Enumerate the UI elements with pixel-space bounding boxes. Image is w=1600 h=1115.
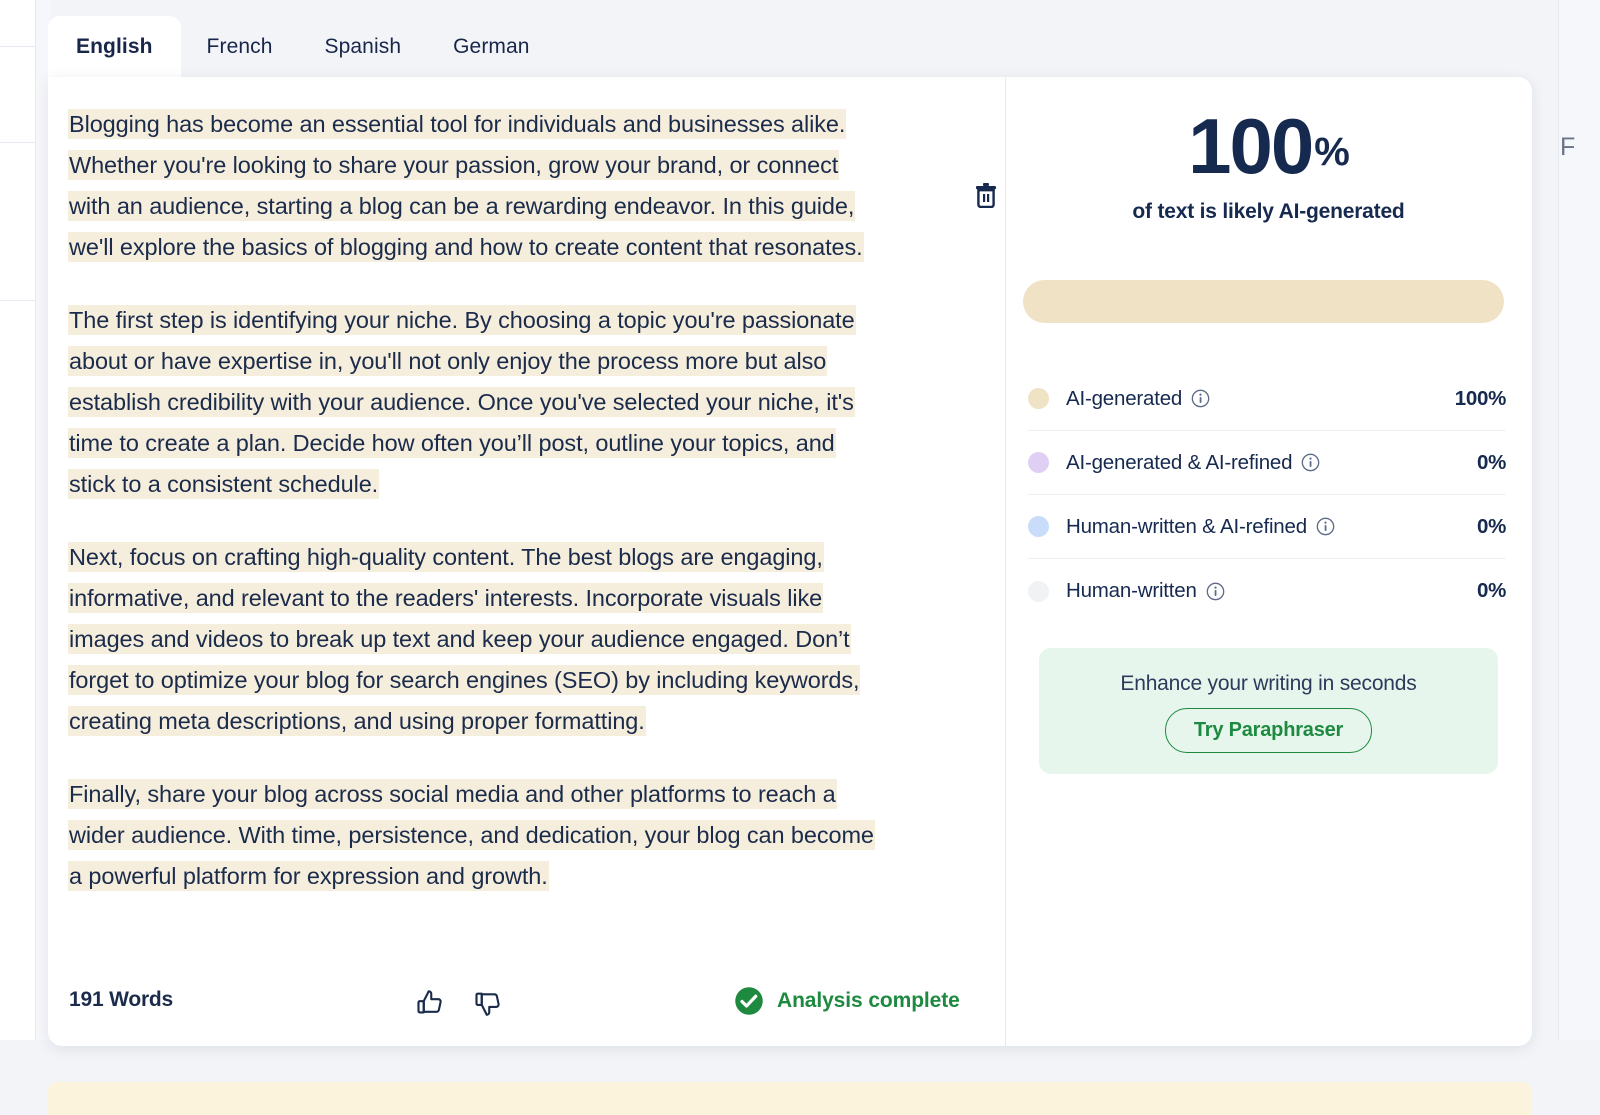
- analysis-status: Analysis complete: [734, 986, 960, 1016]
- text-line: a powerful platform for expression and g…: [68, 861, 549, 891]
- ai-score: 100 % of text is likely AI-generated: [1006, 103, 1531, 224]
- editor-footer: 191 Words: [48, 962, 1006, 1046]
- legend-label: AI-generated: [1066, 387, 1182, 411]
- breakdown-row-ai-generated[interactable]: AI-generated 100%: [1028, 367, 1506, 431]
- text-line: Next, focus on crafting high-quality con…: [68, 542, 824, 572]
- text-line: stick to a consistent schedule.: [68, 469, 379, 499]
- info-icon[interactable]: [1316, 517, 1335, 536]
- legend-color-dot: [1028, 516, 1049, 537]
- text-line: Finally, share your blog across social m…: [68, 779, 837, 809]
- score-value: 100: [1188, 103, 1312, 189]
- breakdown-list: AI-generated 100% AI-generated & AI-refi…: [1028, 367, 1506, 623]
- text-line: Blogging has become an essential tool fo…: [68, 109, 846, 139]
- text-line: about or have expertise in, you'll not o…: [68, 346, 827, 376]
- legend-color-dot: [1028, 581, 1049, 602]
- language-tabbar: English French Spanish German: [48, 16, 1532, 78]
- tab-label: German: [453, 35, 529, 59]
- tab-spanish[interactable]: Spanish: [299, 16, 428, 78]
- paragraph: Next, focus on crafting high-quality con…: [68, 537, 980, 742]
- bottom-banner: [48, 1082, 1532, 1115]
- detector-card: Blogging has become an essential tool fo…: [48, 77, 1532, 1046]
- text-line: establish credibility with your audience…: [68, 387, 855, 417]
- text-line: wider audience. With time, persistence, …: [68, 820, 875, 850]
- breakdown-row-ai-generated-ai-refined[interactable]: AI-generated & AI-refined 0%: [1028, 431, 1506, 495]
- word-count: 191 Words: [69, 988, 173, 1012]
- tab-label: French: [207, 35, 273, 59]
- breakdown-row-human-written[interactable]: Human-written 0%: [1028, 559, 1506, 623]
- text-line: forget to optimize your blog for search …: [68, 665, 860, 695]
- ai-score-bar-fill: [1023, 280, 1504, 323]
- legend-label: Human-written: [1066, 579, 1197, 603]
- thumbs-up-icon: [415, 988, 445, 1018]
- paragraph: Blogging has become an essential tool fo…: [68, 104, 980, 268]
- text-line: with an audience, starting a blog can be…: [68, 191, 855, 221]
- legend-label: Human-written & AI-refined: [1066, 515, 1307, 539]
- thumbs-down-button[interactable]: [469, 984, 507, 1022]
- promo-headline: Enhance your writing in seconds: [1039, 672, 1498, 696]
- info-icon[interactable]: [1206, 582, 1225, 601]
- text-line: Whether you're looking to share your pas…: [68, 150, 839, 180]
- paragraph: Finally, share your blog across social m…: [68, 774, 980, 897]
- text-line: informative, and relevant to the readers…: [68, 583, 823, 613]
- legend-color-dot: [1028, 388, 1049, 409]
- trash-icon: [974, 182, 998, 208]
- feedback-controls: [411, 984, 507, 1022]
- right-partial-label: F: [1560, 133, 1576, 162]
- paraphraser-promo: Enhance your writing in seconds Try Para…: [1039, 648, 1498, 774]
- editor-pane: Blogging has become an essential tool fo…: [48, 77, 1006, 1046]
- legend-value: 0%: [1477, 515, 1506, 539]
- text-line: we'll explore the basics of blogging and…: [68, 232, 864, 262]
- tab-german[interactable]: German: [427, 16, 555, 78]
- try-paraphraser-button[interactable]: Try Paraphraser: [1165, 708, 1372, 753]
- info-icon[interactable]: [1191, 389, 1210, 408]
- status-label: Analysis complete: [777, 989, 960, 1013]
- tab-french[interactable]: French: [181, 16, 299, 78]
- text-line: creating meta descriptions, and using pr…: [68, 706, 646, 736]
- left-offscreen-panel: [0, 0, 36, 1040]
- score-percent-symbol: %: [1314, 109, 1349, 195]
- legend-color-dot: [1028, 452, 1049, 473]
- editor-text[interactable]: Blogging has become an essential tool fo…: [68, 104, 980, 897]
- check-circle-icon: [734, 986, 764, 1016]
- tab-label: Spanish: [325, 35, 402, 59]
- tab-label: English: [76, 35, 153, 59]
- legend-value: 0%: [1477, 579, 1506, 603]
- legend-value: 100%: [1455, 387, 1506, 411]
- legend-label: AI-generated & AI-refined: [1066, 451, 1292, 475]
- text-line: time to create a plan. Decide how often …: [68, 428, 836, 458]
- results-pane: 100 % of text is likely AI-generated AI-…: [1006, 77, 1532, 1046]
- delete-text-button[interactable]: [969, 178, 1003, 212]
- score-caption: of text is likely AI-generated: [1006, 200, 1531, 224]
- legend-value: 0%: [1477, 451, 1506, 475]
- text-line: The first step is identifying your niche…: [68, 305, 856, 335]
- thumbs-down-icon: [473, 988, 503, 1018]
- thumbs-up-button[interactable]: [411, 984, 449, 1022]
- paragraph: The first step is identifying your niche…: [68, 300, 980, 505]
- ai-score-bar: [1023, 280, 1504, 323]
- text-line: images and videos to break up text and k…: [68, 624, 851, 654]
- breakdown-row-human-written-ai-refined[interactable]: Human-written & AI-refined 0%: [1028, 495, 1506, 559]
- info-icon[interactable]: [1301, 453, 1320, 472]
- tab-english[interactable]: English: [48, 16, 181, 78]
